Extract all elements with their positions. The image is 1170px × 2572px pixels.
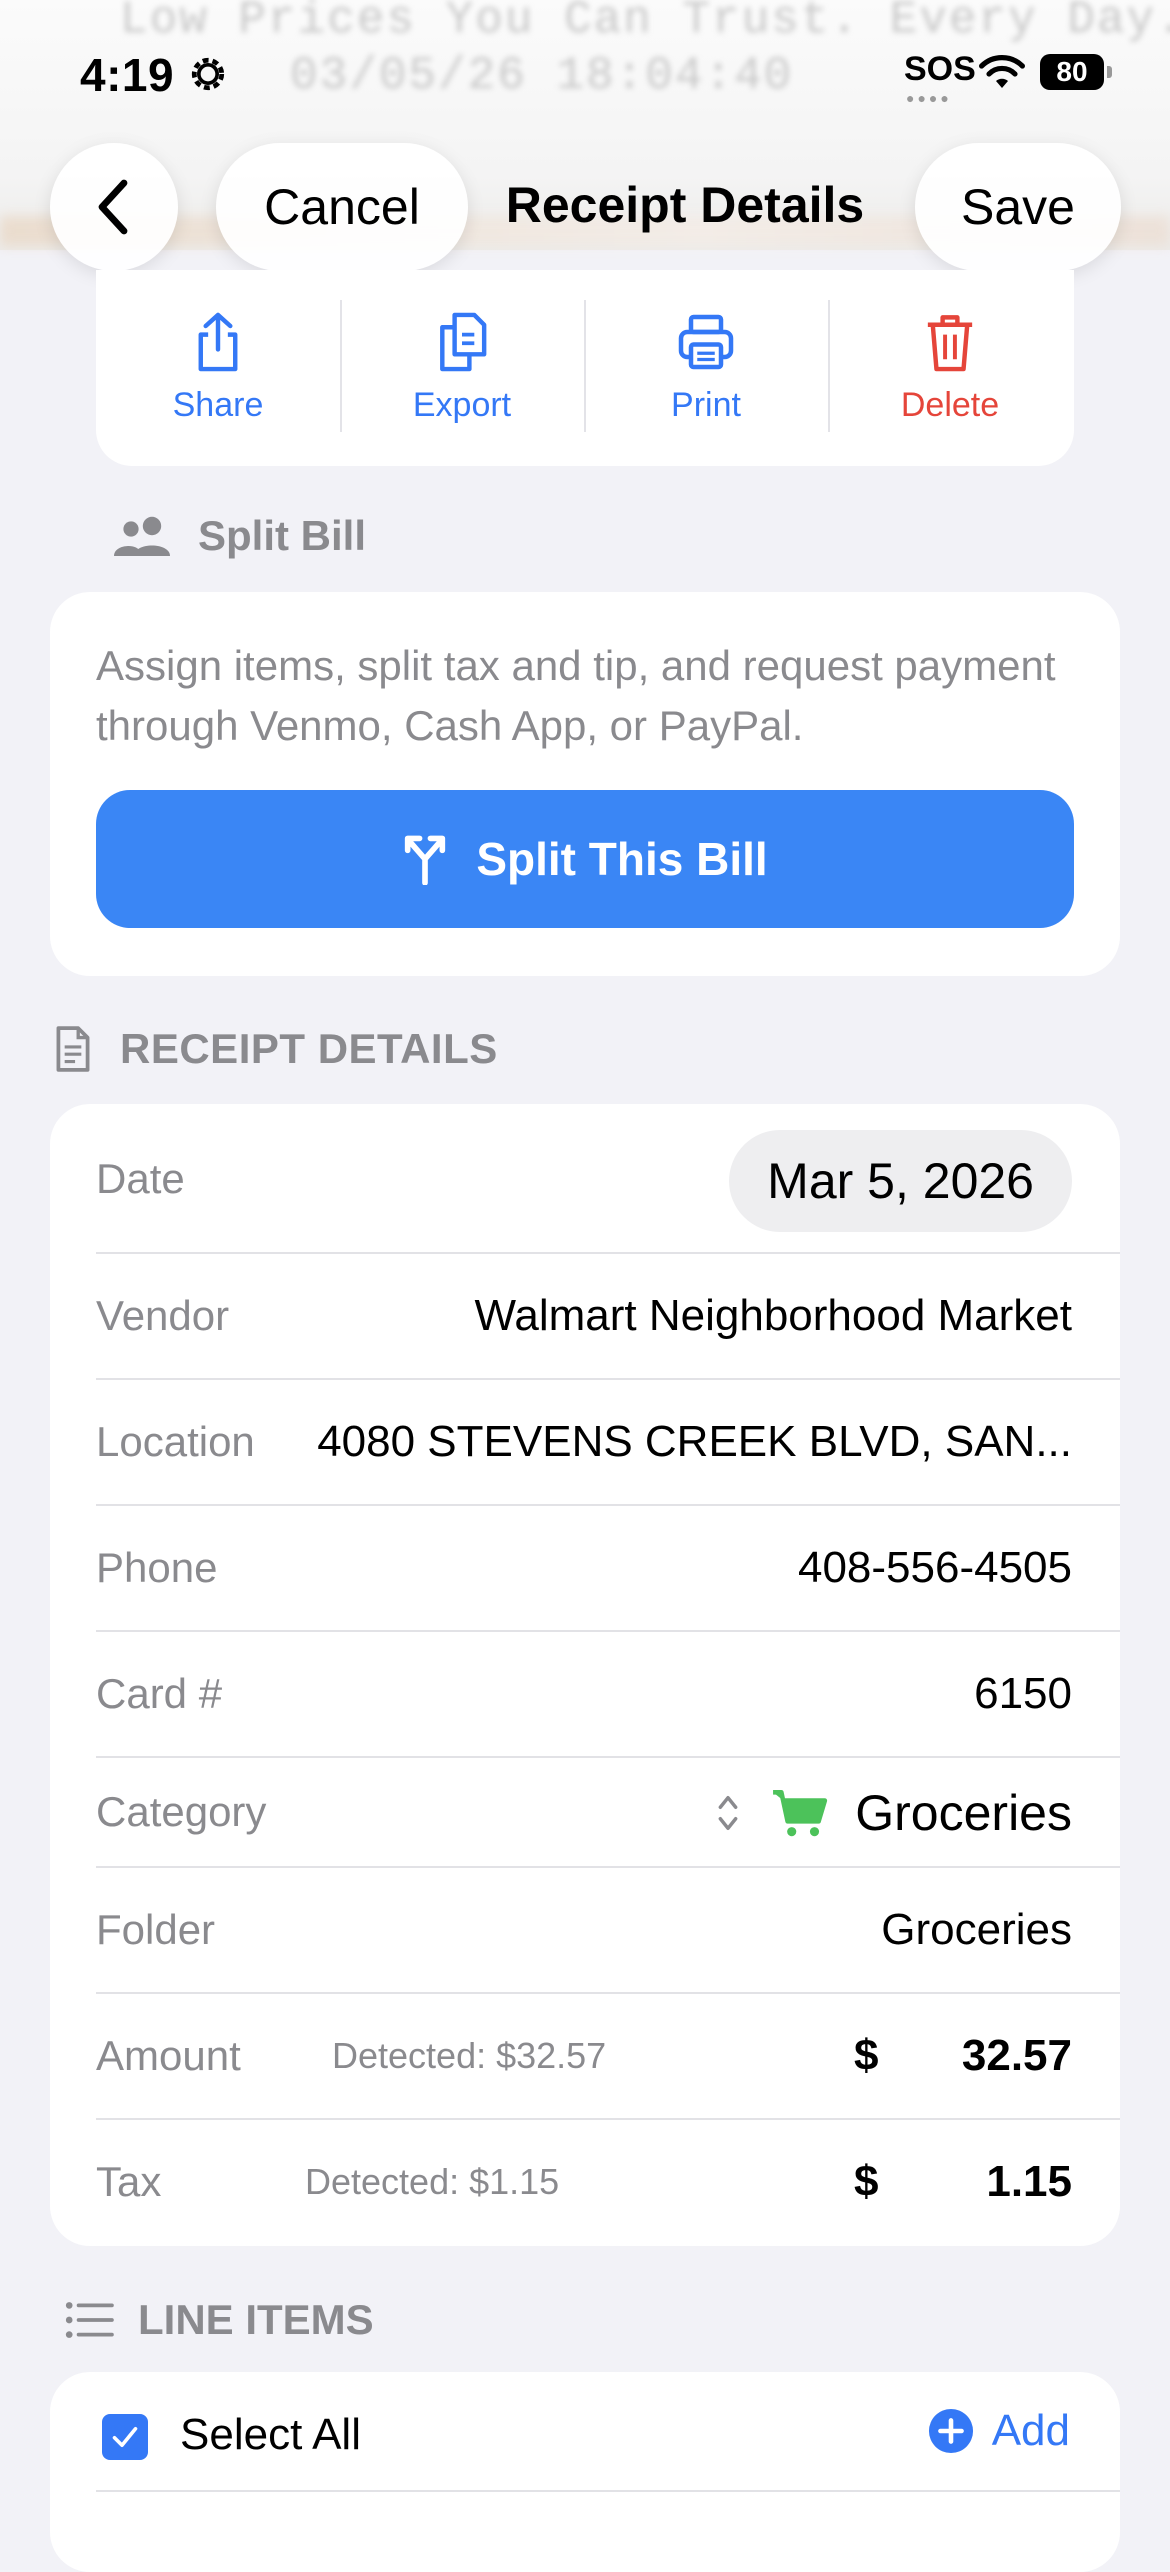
receipt-details-section-title: RECEIPT DETAILS xyxy=(120,1025,498,1072)
line-items-card: Select All Add xyxy=(50,2372,1120,2572)
share-icon xyxy=(198,312,238,372)
chevron-left-icon xyxy=(98,179,128,235)
tax-input[interactable]: 1.15 xyxy=(986,2120,1072,2244)
line-items-divider xyxy=(96,2490,1120,2492)
people-icon xyxy=(114,516,170,556)
save-button[interactable]: Save xyxy=(915,143,1121,271)
delete-label: Delete xyxy=(900,386,1000,424)
card-number-value[interactable]: 6150 xyxy=(974,1632,1072,1756)
phone-label: Phone xyxy=(96,1544,218,1591)
split-this-bill-button[interactable]: Split This Bill xyxy=(96,790,1074,928)
vendor-value[interactable]: Walmart Neighborhood Market xyxy=(474,1254,1072,1378)
print-label: Print xyxy=(671,386,741,424)
trash-icon xyxy=(927,315,973,372)
split-arrows-icon xyxy=(405,835,446,885)
shopping-cart-icon xyxy=(773,1790,828,1837)
receipt-details-card: Date Mar 5, 2026 Vendor Walmart Neighbor… xyxy=(50,1104,1120,2246)
document-icon xyxy=(56,1026,90,1072)
plus-circle-icon xyxy=(928,2408,973,2454)
add-label: Add xyxy=(991,2406,1070,2455)
split-this-bill-label: Split This Bill xyxy=(476,833,768,885)
tax-label: Tax xyxy=(96,2158,162,2205)
card-number-label: Card # xyxy=(96,1670,223,1717)
receipt-actions-card: Share Export Print Delete xyxy=(96,270,1074,466)
export-documents-icon xyxy=(440,312,487,372)
signal-dots: ●●●● xyxy=(906,90,952,106)
receipt-backdrop-text-1: Low Prices You Can Trust. Every Day. xyxy=(120,0,1170,46)
checkmark-icon xyxy=(112,2426,138,2448)
export-label: Export xyxy=(412,386,512,424)
share-label: Share xyxy=(172,386,264,424)
split-bill-description: Assign items, split tax and tip, and req… xyxy=(96,642,1056,749)
split-bill-section-header: Split Bill xyxy=(112,512,366,560)
sos-indicator: SOS xyxy=(904,50,976,88)
category-picker[interactable]: Groceries xyxy=(713,1758,1072,1868)
location-row[interactable]: Location 4080 STEVENS CREEK BLVD, SAN... xyxy=(96,1380,1120,1506)
date-label: Date xyxy=(96,1155,185,1202)
phone-value[interactable]: 408-556-4505 xyxy=(798,1506,1072,1630)
tax-detected-hint: Detected: $1.15 xyxy=(305,2161,560,2202)
tax-row: Tax Detected: $1.15 $ 1.15 xyxy=(96,2120,1120,2246)
export-button[interactable]: Export xyxy=(340,310,584,430)
vendor-row[interactable]: Vendor Walmart Neighborhood Market xyxy=(96,1254,1120,1380)
select-all-label[interactable]: Select All xyxy=(180,2410,361,2460)
status-time: 4:19 xyxy=(80,49,175,101)
print-button[interactable]: Print xyxy=(584,310,828,430)
vendor-label: Vendor xyxy=(96,1292,230,1339)
card-number-row[interactable]: Card # 6150 xyxy=(96,1632,1120,1758)
chevron-up-down-icon xyxy=(718,1795,738,1831)
wifi-icon xyxy=(979,55,1025,88)
printer-icon xyxy=(678,314,734,370)
folder-row[interactable]: Folder Groceries xyxy=(96,1868,1120,1994)
line-items-section-header: LINE ITEMS xyxy=(64,2296,374,2344)
receipt-details-section-header: RECEIPT DETAILS xyxy=(52,1024,498,1074)
gear-icon xyxy=(191,57,225,91)
share-button[interactable]: Share xyxy=(96,310,340,430)
amount-currency-symbol: $ xyxy=(854,2031,879,2080)
phone-row[interactable]: Phone 408-556-4505 xyxy=(96,1506,1120,1632)
page-title: Receipt Details xyxy=(505,177,865,233)
folder-value[interactable]: Groceries xyxy=(881,1868,1072,1992)
back-button[interactable] xyxy=(50,143,178,271)
folder-label: Folder xyxy=(96,1906,216,1953)
amount-detected-hint: Detected: $32.57 xyxy=(332,2035,607,2076)
amount-input[interactable]: 32.57 xyxy=(962,1994,1072,2118)
date-picker[interactable]: Mar 5, 2026 xyxy=(729,1130,1072,1232)
split-bill-section-title: Split Bill xyxy=(198,512,366,559)
cancel-button[interactable]: Cancel xyxy=(216,143,468,271)
category-label: Category xyxy=(96,1788,267,1835)
receipt-backdrop-text-2: 03/05/26 18:04:40 xyxy=(290,50,794,102)
line-items-section-title: LINE ITEMS xyxy=(138,2296,374,2343)
amount-label: Amount xyxy=(96,2032,241,2079)
select-all-checkbox[interactable] xyxy=(102,2414,148,2460)
category-row: Category Groceries xyxy=(96,1758,1120,1868)
amount-row: Amount Detected: $32.57 $ 32.57 xyxy=(96,1994,1120,2120)
add-line-item-button[interactable]: Add xyxy=(928,2406,1070,2456)
category-value: Groceries xyxy=(855,1785,1072,1841)
battery-indicator: 80 xyxy=(1040,54,1112,90)
location-value[interactable]: 4080 STEVENS CREEK BLVD, SAN... xyxy=(312,1380,1072,1504)
tax-currency-symbol: $ xyxy=(854,2157,879,2206)
delete-button[interactable]: Delete xyxy=(828,310,1072,430)
location-label: Location xyxy=(96,1418,255,1465)
list-icon xyxy=(65,2302,114,2338)
date-row: Date Mar 5, 2026 xyxy=(96,1104,1120,1254)
split-bill-card: Assign items, split tax and tip, and req… xyxy=(50,592,1120,976)
